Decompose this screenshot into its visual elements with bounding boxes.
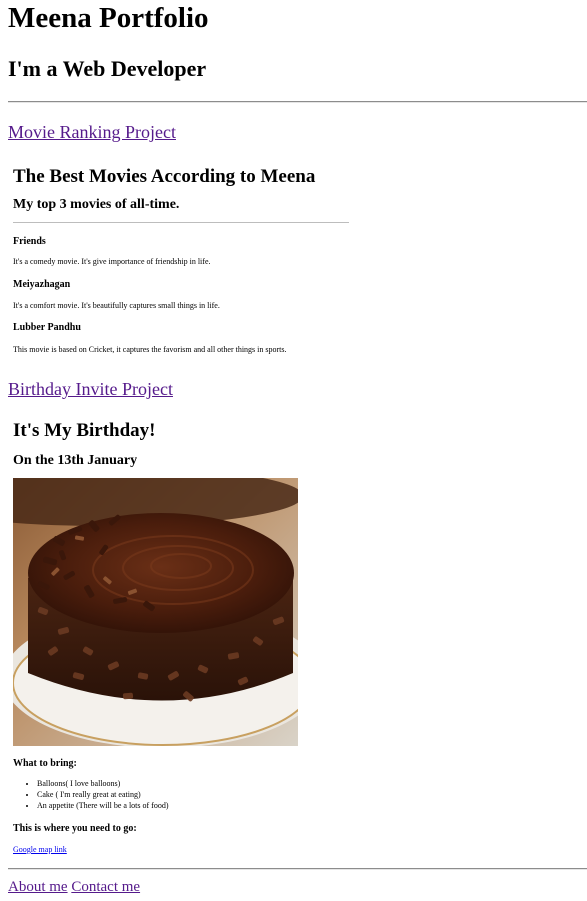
birthday-heading: It's My Birthday! [13,420,156,441]
site-title: Meena Portfolio [8,2,209,34]
movie-title: Friends [13,236,46,247]
movie-description: It's a comfort movie. It's beautifully c… [13,301,220,310]
divider [8,868,587,870]
movie-title: Meiyazhagan [13,279,71,290]
where-to-go-heading: This is where you need to go: [13,823,137,834]
movie-divider [13,222,349,223]
movie-ranking-project-link[interactable]: Movie Ranking Project [8,121,176,143]
list-item: An appetite (There will be a lots of foo… [37,800,169,811]
list-item: Cake ( I'm really great at eating) [37,789,169,800]
movie-subheading: My top 3 movies of all-time. [13,197,180,212]
birthday-date: On the 13th January [13,453,138,468]
google-map-link[interactable]: Google map link [13,845,67,854]
bring-list: Balloons( I love balloons) Cake ( I'm re… [13,778,169,811]
birthday-invite-project-link[interactable]: Birthday Invite Project [8,378,173,400]
movie-description: It's a comedy movie. It's give importanc… [13,257,211,266]
divider [8,101,587,103]
footer-nav: About me Contact me [8,877,140,897]
list-item: Balloons( I love balloons) [37,778,169,789]
site-subtitle: I'm a Web Developer [8,56,207,81]
movie-description: This movie is based on Cricket, it captu… [13,345,287,354]
about-me-link[interactable]: About me [8,879,68,895]
what-to-bring-heading: What to bring: [13,758,77,769]
contact-me-link[interactable]: Contact me [71,879,140,895]
movie-heading: The Best Movies According to Meena [13,166,316,187]
movie-title: Lubber Pandhu [13,322,81,333]
chocolate-cake-image [13,478,298,746]
